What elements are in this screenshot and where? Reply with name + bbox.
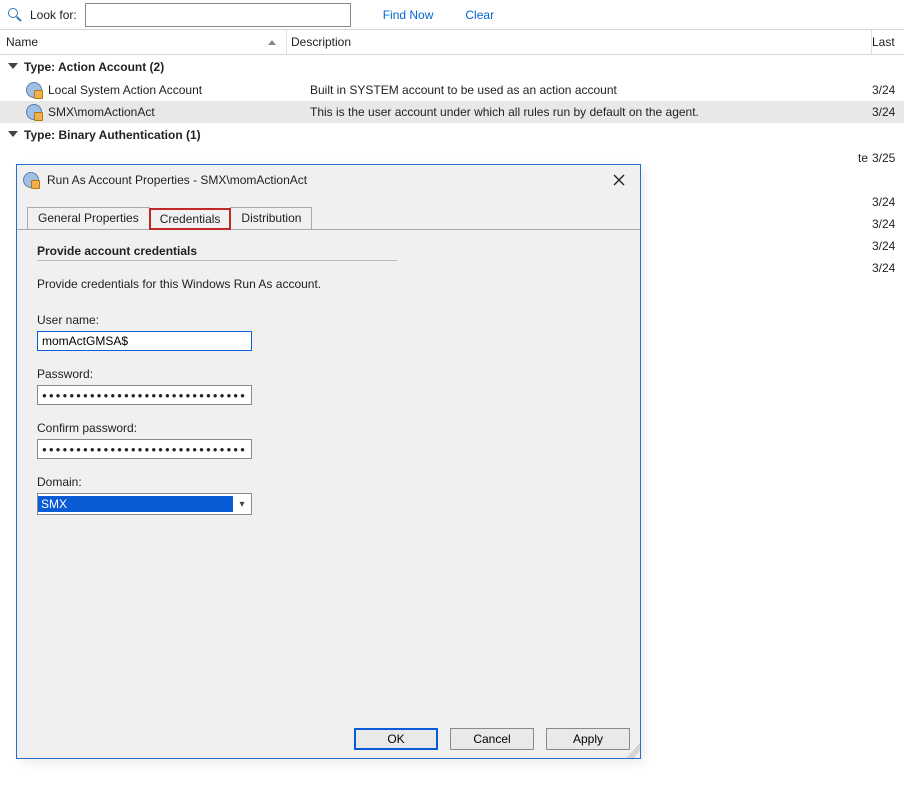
password-field[interactable]: ●●●●●●●●●●●●●●●●●●●●●●●●●●●●●● — [37, 385, 252, 405]
close-button[interactable] — [604, 168, 634, 192]
item-date: 3/24 — [872, 239, 904, 253]
cancel-button[interactable]: Cancel — [450, 728, 534, 750]
tab-general[interactable]: General Properties — [27, 207, 150, 229]
dialog-buttons: OK Cancel Apply — [354, 728, 630, 750]
dialog-titlebar: Run As Account Properties - SMX\momActio… — [17, 165, 640, 195]
close-icon — [613, 174, 625, 186]
domain-combo[interactable]: SMX ▾ — [37, 493, 252, 515]
column-header: Name Description Last — [0, 30, 904, 55]
item-date: 3/24 — [872, 83, 904, 97]
column-last[interactable]: Last — [872, 35, 904, 49]
group-label: Type: Binary Authentication (1) — [24, 128, 201, 142]
confirm-password-label: Confirm password: — [37, 421, 620, 435]
domain-value: SMX — [38, 496, 233, 512]
username-label: User name: — [37, 313, 620, 327]
account-icon — [26, 104, 42, 120]
separator — [37, 260, 397, 261]
run-as-properties-dialog: Run As Account Properties - SMX\momActio… — [16, 164, 641, 759]
group-label: Type: Action Account (2) — [24, 60, 164, 74]
resize-grip-icon[interactable] — [626, 744, 640, 758]
account-icon — [26, 82, 42, 98]
item-date: 3/24 — [872, 217, 904, 231]
apply-button[interactable]: Apply — [546, 728, 630, 750]
item-date: 3/25 — [872, 151, 904, 165]
look-for-label: Look for: — [30, 8, 77, 22]
item-date: 3/24 — [872, 105, 904, 119]
search-icon — [8, 8, 22, 22]
expand-icon — [8, 63, 18, 69]
list-item[interactable]: SMX\momActionAct This is the user accoun… — [0, 101, 904, 123]
account-icon — [23, 172, 39, 188]
help-text: Provide credentials for this Windows Run… — [37, 277, 620, 291]
list-item[interactable]: Local System Action Account Built in SYS… — [0, 79, 904, 101]
find-now-link[interactable]: Find Now — [383, 8, 434, 22]
column-name-label: Name — [6, 35, 38, 49]
item-name: SMX\momActionAct — [48, 105, 155, 119]
column-description[interactable]: Description — [287, 35, 871, 49]
item-date: 3/24 — [872, 195, 904, 209]
dialog-title: Run As Account Properties - SMX\momActio… — [47, 173, 307, 187]
ok-button[interactable]: OK — [354, 728, 438, 750]
search-input[interactable] — [85, 3, 351, 27]
item-desc-suffix: te — [858, 151, 868, 165]
column-name[interactable]: Name — [0, 35, 286, 49]
credentials-panel: Provide account credentials Provide cred… — [17, 230, 640, 515]
item-date: 3/24 — [872, 261, 904, 275]
sort-ascending-icon — [268, 40, 276, 45]
item-description: Built in SYSTEM account to be used as an… — [306, 83, 872, 97]
tab-credentials[interactable]: Credentials — [149, 208, 232, 230]
section-title: Provide account credentials — [37, 244, 620, 258]
group-action-account[interactable]: Type: Action Account (2) — [0, 55, 904, 79]
tab-distribution[interactable]: Distribution — [230, 207, 312, 229]
search-toolbar: Look for: Find Now Clear — [0, 0, 904, 30]
domain-label: Domain: — [37, 475, 620, 489]
chevron-down-icon: ▾ — [233, 499, 251, 510]
confirm-password-field[interactable]: ●●●●●●●●●●●●●●●●●●●●●●●●●●●●●● — [37, 439, 252, 459]
username-field[interactable] — [37, 331, 252, 351]
item-description: This is the user account under which all… — [306, 105, 872, 119]
expand-icon — [8, 131, 18, 137]
clear-link[interactable]: Clear — [465, 8, 494, 22]
tab-strip: General Properties Credentials Distribut… — [17, 207, 640, 230]
group-binary-auth[interactable]: Type: Binary Authentication (1) — [0, 123, 904, 147]
item-name: Local System Action Account — [48, 83, 202, 97]
password-label: Password: — [37, 367, 620, 381]
